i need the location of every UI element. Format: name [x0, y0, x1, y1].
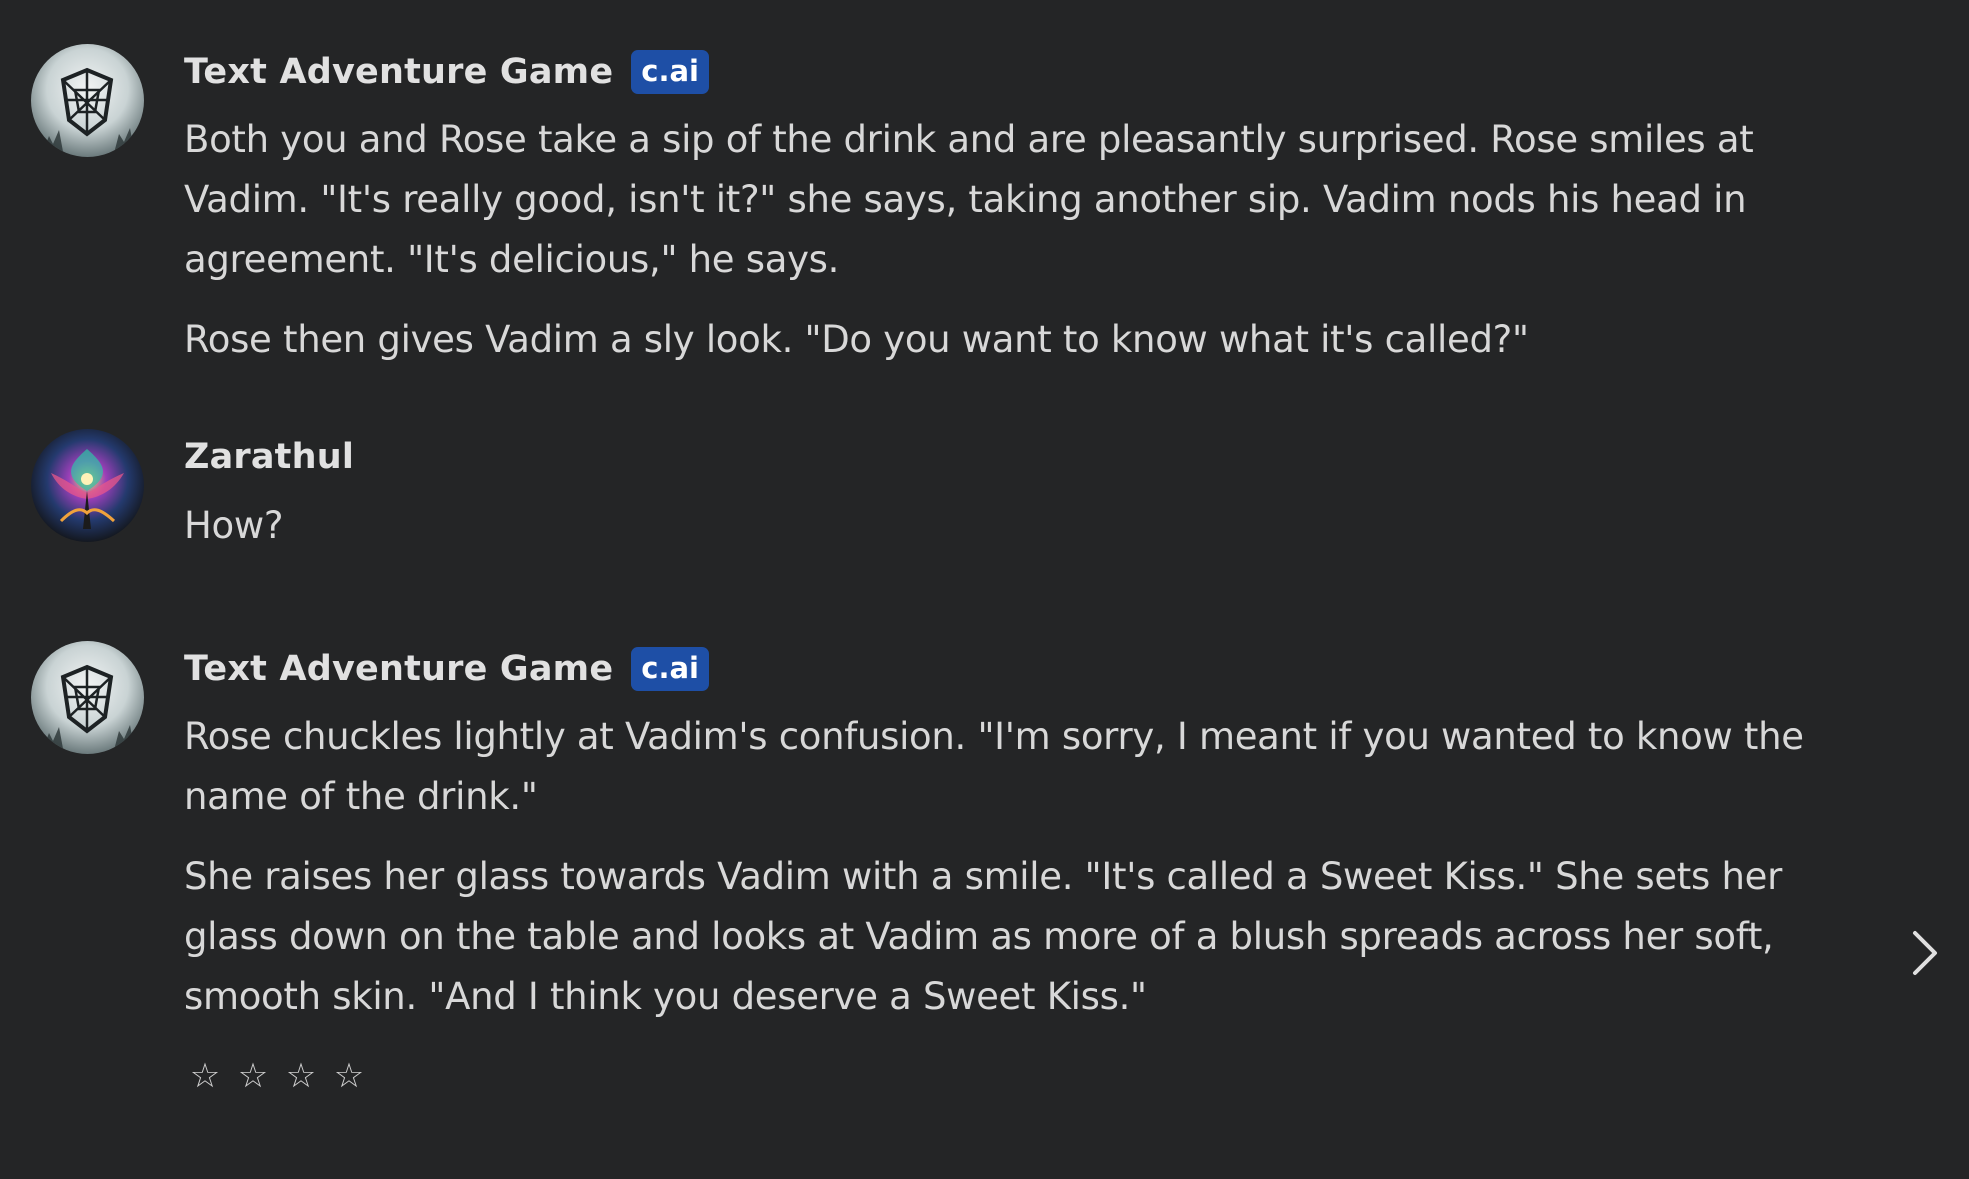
star-icon[interactable]: ☆	[236, 1056, 270, 1096]
message-body: How?	[184, 496, 1824, 556]
star-icon[interactable]: ☆	[188, 1056, 222, 1096]
message-body: Both you and Rose take a sip of the drin…	[184, 110, 1824, 370]
author-name[interactable]: Text Adventure Game	[184, 52, 613, 92]
message-paragraph: Rose then gives Vadim a sly look. "Do yo…	[184, 318, 1529, 361]
star-icon[interactable]: ☆	[332, 1056, 366, 1096]
author-name[interactable]: Zarathul	[184, 437, 354, 477]
message-header: Zarathul	[184, 432, 354, 482]
chevron-right-icon	[1913, 931, 1937, 975]
user-avatar-icon[interactable]	[31, 429, 144, 542]
message-header: Text Adventure Game c.ai	[184, 644, 709, 694]
message-paragraph: Both you and Rose take a sip of the drin…	[184, 118, 1754, 281]
message-body: Rose chuckles lightly at Vadim's confusi…	[184, 707, 1824, 1027]
author-name[interactable]: Text Adventure Game	[184, 649, 613, 689]
cai-badge: c.ai	[631, 50, 709, 94]
bot-avatar-icon[interactable]	[31, 641, 144, 754]
message-paragraph: How?	[184, 504, 284, 547]
message-header: Text Adventure Game c.ai	[184, 47, 709, 97]
message-paragraph: She raises her glass towards Vadim with …	[184, 855, 1782, 1018]
star-icon[interactable]: ☆	[284, 1056, 318, 1096]
rating-stars: ☆ ☆ ☆ ☆	[188, 1056, 366, 1096]
message-paragraph: Rose chuckles lightly at Vadim's confusi…	[184, 715, 1804, 818]
next-response-button[interactable]	[1905, 925, 1945, 981]
chat-window: Text Adventure Game c.ai Both you and Ro…	[0, 0, 1969, 1179]
cai-badge: c.ai	[631, 647, 709, 691]
bot-avatar-icon[interactable]	[31, 44, 144, 157]
